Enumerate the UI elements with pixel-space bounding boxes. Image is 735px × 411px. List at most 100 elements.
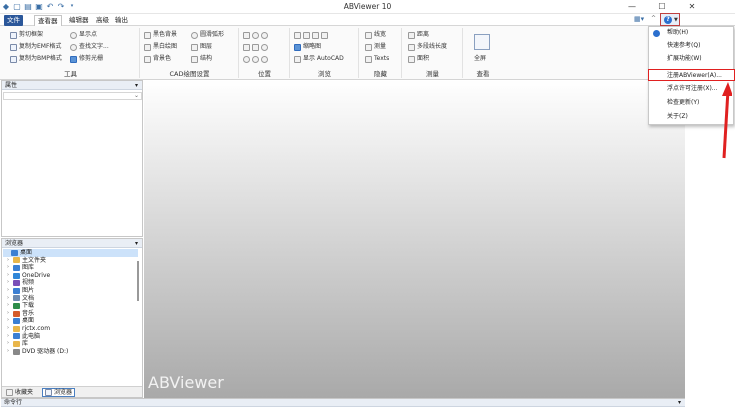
black-background-button[interactable]: 黑色背景 [144, 30, 177, 40]
area-icon [408, 55, 415, 63]
folder-icon [13, 257, 20, 264]
chevron-right-icon[interactable]: › [5, 348, 11, 356]
position-tools-row1[interactable] [243, 30, 268, 40]
arrow-head [722, 82, 732, 96]
chevron-right-icon[interactable]: › [5, 287, 11, 295]
tree-item[interactable]: 桌面 [3, 249, 138, 257]
menu-item-quick-reference[interactable]: 快速参考(Q) [649, 40, 733, 52]
tree-item[interactable]: › 此电脑 [3, 333, 138, 341]
ribbon-group-label: 测量 [426, 70, 439, 78]
arc-icon [191, 31, 198, 39]
clip-frame-button[interactable]: 剪切框架 [10, 30, 43, 40]
chevron-right-icon[interactable]: › [5, 317, 11, 325]
ribbon-tabs: 文件 查看器 编辑器 高级 输出 ▦▾ ^ [0, 14, 735, 27]
pin-icon[interactable]: ▾ [135, 81, 138, 90]
tab-editor[interactable]: 编辑器 [66, 15, 92, 26]
distance-button[interactable]: 距离 [408, 30, 429, 40]
find-text-button[interactable]: 查找文字... [70, 42, 109, 52]
folder-icon [13, 302, 20, 309]
tree-scrollbar[interactable] [137, 261, 139, 301]
tree-item[interactable]: › 库 [3, 340, 138, 348]
folder-icon [13, 333, 20, 340]
folder-icon [13, 318, 20, 325]
text-icon [365, 55, 372, 63]
drawing-canvas[interactable]: ABViewer [144, 80, 685, 398]
chevron-right-icon[interactable]: › [5, 340, 11, 348]
area-button[interactable]: 面积 [408, 54, 429, 64]
polyline-icon [408, 43, 415, 51]
copy-emf-button[interactable]: 复制为EMF格式 [10, 42, 61, 52]
annotation-arrow [722, 82, 732, 159]
chevron-right-icon[interactable]: › [5, 257, 11, 265]
polyline-length-button[interactable]: 多段线长度 [408, 42, 447, 52]
maximize-button[interactable]: ☐ [647, 0, 677, 14]
ribbon-group-label: 浏览 [318, 70, 331, 78]
pin-icon[interactable]: ▾ [135, 239, 138, 248]
chevron-down-icon: ▼ [674, 17, 678, 23]
fullscreen-icon[interactable] [474, 34, 490, 50]
tree-item-label: DVD 驱动器 (D:) [22, 347, 69, 355]
background-color-button[interactable]: 背景色 [144, 54, 171, 64]
tab-output[interactable]: 输出 [112, 15, 131, 26]
structure-button[interactable]: 结构 [191, 54, 212, 64]
nav-buttons[interactable] [294, 30, 328, 40]
chevron-right-icon[interactable]: › [5, 295, 11, 303]
tree-item[interactable]: › DVD 驱动器 (D:) [3, 348, 138, 356]
show-points-button[interactable]: 显示点 [70, 30, 97, 40]
properties-selector[interactable]: ⌄ [3, 92, 142, 100]
thumbnails-button[interactable]: 缩略图 [294, 42, 321, 52]
position-tools-row2[interactable] [243, 42, 268, 52]
line-width-icon [365, 31, 372, 39]
tree-item[interactable]: › 图库 [3, 264, 138, 272]
menu-item-help[interactable]: 帮助(H) [649, 27, 733, 39]
tree-item[interactable]: › 图片 [3, 287, 138, 295]
menu-item-extensions[interactable]: 扩展功能(W) [649, 53, 733, 65]
measure-icon [365, 43, 372, 51]
chevron-right-icon[interactable]: › [5, 302, 11, 310]
tab-favorites[interactable]: 收藏夹 [4, 388, 35, 397]
home-icon [321, 31, 328, 39]
zoom-previous-icon [261, 55, 268, 63]
collapse-ribbon-icon[interactable]: ^ [651, 15, 656, 22]
pin-icon[interactable]: ▾ [678, 399, 681, 407]
black-white-button[interactable]: 黑白绘图 [144, 42, 177, 52]
chevron-right-icon[interactable]: › [5, 272, 11, 280]
line-width-button[interactable]: 线宽 [365, 30, 386, 40]
clip-frame-icon [10, 31, 17, 39]
points-icon [70, 31, 77, 39]
ribbon-group-label: 隐藏 [374, 70, 387, 78]
tree-item[interactable]: › 桌面 [3, 317, 138, 325]
tree-item[interactable]: › rjctx.com [3, 325, 138, 333]
chevron-right-icon[interactable]: › [5, 310, 11, 318]
back-icon [294, 31, 301, 39]
minimize-button[interactable]: — [617, 0, 647, 14]
chevron-right-icon[interactable]: › [5, 279, 11, 287]
close-button[interactable]: ✕ [677, 0, 707, 14]
tree-item-label: 下载 [22, 302, 35, 310]
tab-browser[interactable]: 浏览器 [42, 388, 76, 397]
tree-item[interactable]: › 视频 [3, 279, 138, 287]
folder-tree: 桌面 › 主文件夹 › 图库 › OneDrive › 视频 › 图片 › 文档 › 下载 › 音乐 › 桌面 › rj… [3, 249, 138, 387]
chevron-right-icon[interactable]: › [5, 333, 11, 341]
ribbon-group-label: 工具 [64, 70, 77, 78]
fullscreen-button[interactable]: 全屏 [474, 54, 486, 64]
tab-advanced[interactable]: 高级 [93, 15, 112, 26]
search-icon [70, 43, 77, 51]
chevron-right-icon[interactable]: › [5, 264, 11, 272]
layers-button[interactable]: 图层 [191, 42, 212, 52]
texts-button[interactable]: Texts [365, 54, 389, 64]
thumbnails-icon [294, 43, 301, 51]
smooth-arc-button[interactable]: 圆滑弧形 [191, 30, 224, 40]
refresh-icon [312, 31, 319, 39]
style-icon[interactable]: ▦▾ [634, 15, 644, 23]
measure-button[interactable]: 测量 [365, 42, 386, 52]
trim-raster-button[interactable]: 修剪光栅 [70, 54, 103, 64]
copy-bmp-button[interactable]: 复制为BMP格式 [10, 54, 62, 64]
help-menu-button[interactable]: ? ▼ [660, 13, 680, 26]
show-autocad-button[interactable]: 显示 AutoCAD [294, 54, 344, 64]
position-tools-row3[interactable] [243, 54, 268, 64]
chevron-right-icon[interactable]: › [5, 325, 11, 333]
tab-file[interactable]: 文件 [4, 15, 23, 26]
folder-icon [13, 310, 20, 317]
tree-item[interactable]: › 下载 [3, 302, 138, 310]
